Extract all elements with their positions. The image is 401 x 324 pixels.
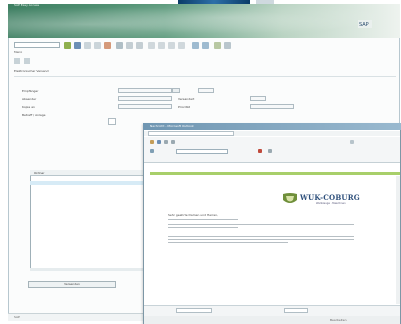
svg-text:SAP: SAP (359, 22, 369, 28)
mail-text-line (168, 224, 354, 225)
folder-tree-title: Ordner (34, 171, 45, 175)
first-page-icon[interactable] (148, 42, 155, 49)
send-button[interactable]: Versenden (28, 281, 116, 288)
title-banner (8, 4, 400, 38)
window-title: SAP Easy Access (14, 3, 40, 7)
shortcut-icon[interactable] (202, 42, 209, 49)
menu-label[interactable]: Menü (14, 50, 22, 54)
attach-icon[interactable] (164, 140, 168, 144)
enter-icon[interactable] (64, 42, 71, 49)
mail-status-bar (144, 316, 400, 324)
flag-icon[interactable] (258, 149, 262, 153)
label-recipient: Empfänger (22, 89, 39, 93)
label-subject: Betreff / Anlage (22, 113, 46, 117)
prev-page-icon[interactable] (158, 42, 165, 49)
recipient-extra-field[interactable] (198, 88, 214, 93)
recipient-field[interactable] (118, 88, 172, 93)
mail-subject-field[interactable] (148, 131, 234, 136)
next-page-icon[interactable] (168, 42, 175, 49)
sap-logo-icon: SAP (358, 20, 372, 28)
layout-icon[interactable] (224, 42, 231, 49)
mail-status-text: Bearbeiten (330, 318, 347, 322)
application-toolbar (14, 58, 54, 64)
mail-text-line (168, 239, 354, 240)
help-icon[interactable] (214, 42, 221, 49)
label-shipping: Versandart (178, 97, 195, 101)
company-tagline: Werkzeuge · Maschinen (316, 202, 346, 205)
priority-field[interactable] (250, 104, 294, 109)
back-icon[interactable] (84, 42, 91, 49)
send-icon[interactable] (150, 140, 154, 144)
close-icon[interactable] (350, 140, 354, 144)
open-icon[interactable] (24, 58, 30, 64)
options-icon[interactable] (268, 149, 272, 153)
find-icon[interactable] (126, 42, 133, 49)
mail-text-line (168, 227, 238, 228)
new-icon[interactable] (14, 58, 20, 64)
company-logo-text: WUK-COBURG (300, 193, 360, 202)
attachment-checkbox[interactable] (108, 118, 116, 125)
divider (14, 76, 396, 77)
address-book-icon[interactable] (171, 140, 175, 144)
company-emblem-icon (283, 193, 297, 203)
find-next-icon[interactable] (136, 42, 143, 49)
mail-footer-field-1[interactable] (176, 308, 212, 313)
folder-tree-panel[interactable] (30, 170, 144, 270)
mail-scrollbar[interactable] (396, 176, 400, 304)
print-icon[interactable] (116, 42, 123, 49)
folder-tree-header (30, 170, 144, 176)
copy-field[interactable] (118, 104, 172, 109)
new-session-icon[interactable] (192, 42, 199, 49)
check-names-icon[interactable] (150, 149, 154, 153)
mail-accent-stripe (150, 172, 400, 175)
mail-text-line (168, 219, 238, 220)
sender-field[interactable] (118, 96, 172, 101)
tree-scrollbar[interactable] (30, 268, 144, 271)
label-copy: Kopie an (22, 105, 35, 109)
mail-greeting: Sehr geehrte Damen und Herren, (168, 213, 219, 217)
page-title: Elektronischer Versand (14, 69, 49, 73)
label-priority: Priorität (178, 105, 190, 109)
label-sender: Absender (22, 97, 37, 101)
command-field[interactable] (14, 42, 60, 48)
last-page-icon[interactable] (178, 42, 185, 49)
recipient-dropdown[interactable] (172, 88, 180, 93)
mail-to-field[interactable] (176, 149, 228, 154)
mail-window-title: Nachricht - Microsoft Outlook (150, 124, 194, 128)
mail-text-line (168, 242, 288, 243)
shipping-field[interactable] (250, 96, 266, 101)
tree-row-selected[interactable] (30, 181, 144, 185)
mail-footer-field-2[interactable] (284, 308, 308, 313)
exit-icon[interactable] (94, 42, 101, 49)
status-text: SAP (14, 315, 20, 319)
cancel-icon[interactable] (104, 42, 111, 49)
save-icon[interactable] (74, 42, 81, 49)
mail-text-line (168, 236, 354, 237)
save-icon[interactable] (157, 140, 161, 144)
